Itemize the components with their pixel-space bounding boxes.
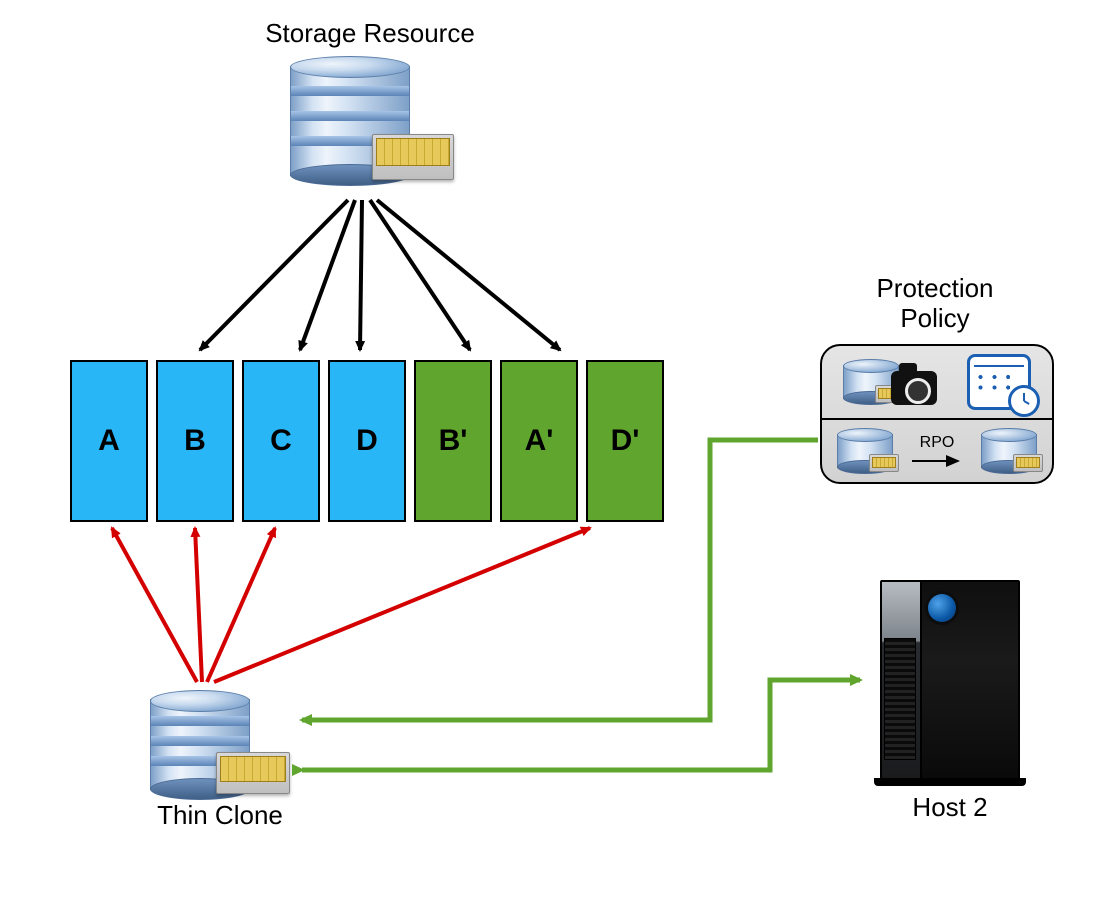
rpo-arrow-icon — [910, 454, 964, 468]
green-connector-host2-thinclone — [302, 680, 860, 770]
protection-policy-widget: RPO — [820, 344, 1054, 484]
red-arrows-thinclone-to-blocks — [112, 528, 590, 682]
black-arrows-storage-to-blocks — [200, 200, 560, 350]
protection-policy-label: Protection Policy — [820, 274, 1050, 334]
block-a: A — [70, 360, 148, 522]
mini-db-icon-right — [981, 428, 1037, 474]
block-a-prime: A' — [500, 360, 578, 522]
storage-resource-icon — [290, 56, 440, 176]
block-b: B — [156, 360, 234, 522]
block-c: C — [242, 360, 320, 522]
mini-db-icon-left — [837, 428, 893, 474]
storage-resource-label: Storage Resource — [220, 18, 520, 49]
rpo-label: RPO — [920, 434, 955, 452]
camera-icon — [891, 371, 937, 405]
protection-policy-line2: Policy — [900, 303, 969, 333]
thin-clone-label: Thin Clone — [120, 800, 320, 831]
diagram-stage: { "labels": { "storage_resource": "Stora… — [0, 0, 1114, 900]
host2-label: Host 2 — [870, 792, 1030, 823]
block-b-prime: B' — [414, 360, 492, 522]
snapshot-blocks: A B C D B' A' D' — [70, 360, 664, 522]
block-d-prime: D' — [586, 360, 664, 522]
protection-policy-line1: Protection — [876, 273, 993, 303]
block-d: D — [328, 360, 406, 522]
host2-icon — [870, 580, 1030, 780]
thin-clone-icon — [150, 690, 290, 790]
calendar-clock-icon — [967, 354, 1031, 410]
